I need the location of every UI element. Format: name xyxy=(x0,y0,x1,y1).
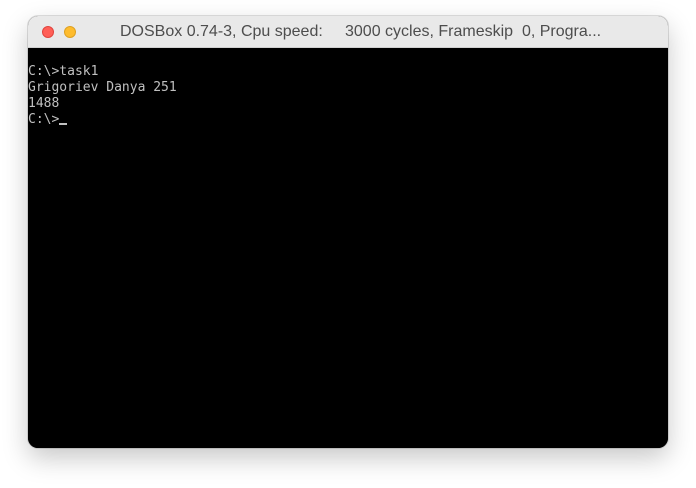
title-bar[interactable]: DOSBox 0.74-3, Cpu speed: 3000 cycles, F… xyxy=(28,16,668,48)
dos-console[interactable]: C:\>task1 Grigoriev Danya 251 1488 C:\> xyxy=(28,48,668,448)
window-title: DOSBox 0.74-3, Cpu speed: 3000 cycles, F… xyxy=(120,23,602,40)
dosbox-window: DOSBox 0.74-3, Cpu speed: 3000 cycles, F… xyxy=(28,16,668,448)
console-line: C:\>task1 xyxy=(28,64,99,79)
console-line: Grigoriev Danya 251 xyxy=(28,80,177,95)
console-line: 1488 xyxy=(28,96,60,111)
console-prompt-line: C:\> xyxy=(28,112,68,128)
minimize-icon[interactable] xyxy=(64,26,76,38)
close-icon[interactable] xyxy=(42,26,54,38)
console-prompt: C:\> xyxy=(28,112,60,127)
text-cursor xyxy=(59,123,68,125)
